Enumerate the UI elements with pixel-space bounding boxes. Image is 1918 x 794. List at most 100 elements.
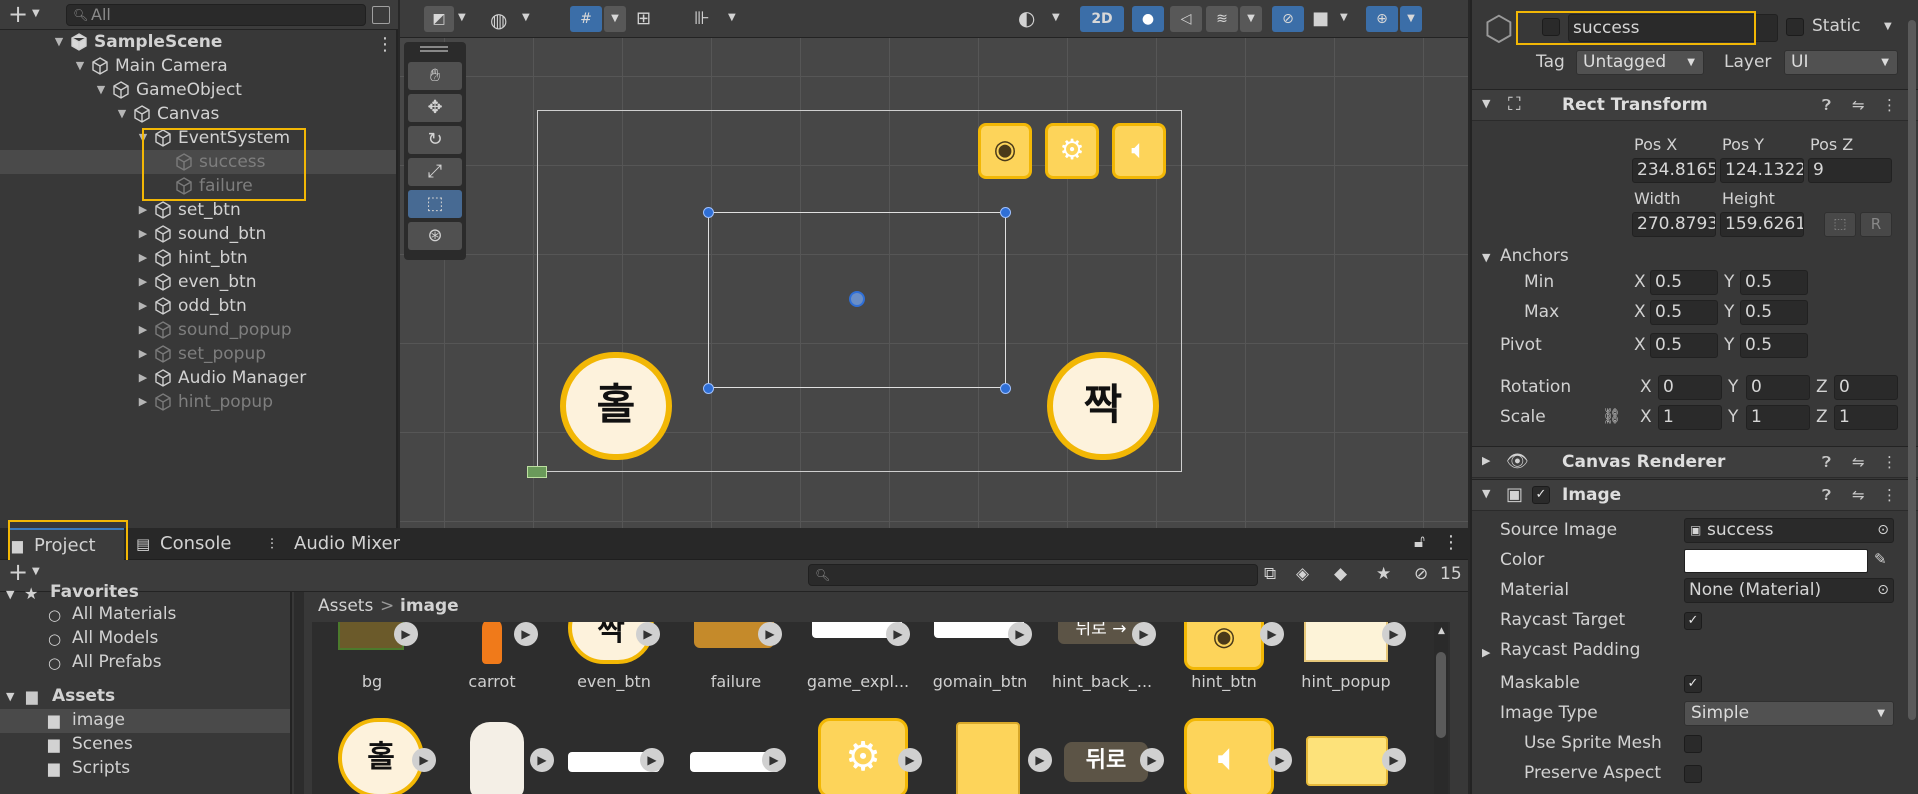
play-icon[interactable]: ▶: [1132, 622, 1156, 646]
asset-item[interactable]: ▶: [676, 718, 796, 794]
play-icon[interactable]: ▶: [762, 748, 786, 772]
preserve-aspect-checkbox[interactable]: [1684, 765, 1702, 783]
gizmos-icon[interactable]: ⊕: [1366, 6, 1398, 32]
image-header[interactable]: ▼ ▣ ✓ Image ❓︎ ⇋ ⋮: [1472, 479, 1918, 511]
object-picker-icon[interactable]: ⊙: [1877, 579, 1889, 602]
label-icon[interactable]: ◆: [1334, 564, 1347, 584]
grid-snap-icon[interactable]: #: [570, 6, 602, 32]
preset-icon[interactable]: ⇋: [1852, 486, 1865, 504]
raycast-target-checkbox[interactable]: ✓: [1684, 612, 1702, 630]
hierarchy-item[interactable]: ▶ hint_popup: [0, 390, 396, 414]
pos-z-field[interactable]: 9: [1808, 158, 1892, 183]
more-menu-icon[interactable]: ⋮: [376, 34, 394, 55]
resize-handle[interactable]: [703, 207, 714, 218]
layer-dropdown[interactable]: UI ▼: [1784, 50, 1898, 75]
play-icon[interactable]: ▶: [898, 748, 922, 772]
hierarchy-item[interactable]: ▼ Canvas: [0, 102, 396, 126]
asset-item[interactable]: 뒤로 → ▶ hint_back_...: [1042, 622, 1162, 712]
asset-item[interactable]: 🔈︎ ▶: [1164, 718, 1292, 794]
scroll-thumb[interactable]: [1436, 652, 1446, 738]
play-icon[interactable]: ▶: [1260, 622, 1284, 646]
collapsed-arrow-icon[interactable]: ▶: [136, 366, 150, 390]
hierarchy-item[interactable]: ▶ set_btn: [0, 198, 396, 222]
mode-2d-button[interactable]: 2D: [1080, 6, 1124, 32]
asset-item[interactable]: ⚙ ▶: [798, 718, 922, 794]
asset-item[interactable]: ▶ failure: [676, 622, 796, 712]
use-sprite-mesh-checkbox[interactable]: [1684, 735, 1702, 753]
pivot-handle[interactable]: [849, 291, 865, 307]
hidden-packages-icon[interactable]: ⊘: [1414, 564, 1428, 584]
play-icon[interactable]: ▶: [1382, 622, 1406, 646]
anchor-max-y-field[interactable]: 0.5: [1740, 300, 1808, 325]
collapsed-arrow-icon[interactable]: ▶: [136, 318, 150, 342]
image-type-dropdown[interactable]: Simple ▼: [1684, 701, 1894, 726]
image-enabled-checkbox[interactable]: ✓: [1532, 486, 1550, 504]
play-icon[interactable]: ▶: [514, 622, 538, 646]
scale-tool-icon[interactable]: ⤢: [408, 158, 462, 186]
chevron-down-icon[interactable]: ▼: [458, 12, 466, 23]
expanded-arrow-icon[interactable]: ▼: [73, 54, 87, 78]
expand-arrow-icon[interactable]: ▼: [6, 690, 14, 703]
filter-type-icon[interactable]: ◈: [1296, 564, 1309, 584]
pivot-y-field[interactable]: 0.5: [1740, 333, 1808, 358]
play-icon[interactable]: ▶: [1008, 622, 1032, 646]
eyedropper-icon[interactable]: ✎: [1874, 550, 1887, 568]
expand-arrow-icon[interactable]: ▼: [1482, 97, 1490, 110]
expanded-arrow-icon[interactable]: ▼: [115, 102, 129, 126]
play-icon[interactable]: ▶: [640, 748, 664, 772]
rotate-tool-icon[interactable]: ↻: [408, 126, 462, 154]
hint-btn-sprite[interactable]: ◉: [978, 123, 1032, 179]
render-mode-icon[interactable]: ◐: [1018, 6, 1035, 30]
scale-x-field[interactable]: 1: [1658, 405, 1722, 430]
move-tool-icon[interactable]: ✥: [408, 94, 462, 122]
help-icon[interactable]: ❓︎: [1822, 486, 1831, 504]
anchor-min-y-field[interactable]: 0.5: [1740, 270, 1808, 295]
object-picker-icon[interactable]: ⊙: [1877, 519, 1889, 542]
expand-icon[interactable]: [372, 6, 390, 24]
maskable-checkbox[interactable]: ✓: [1684, 675, 1702, 693]
collapsed-arrow-icon[interactable]: ▶: [136, 246, 150, 270]
preset-icon[interactable]: ⇋: [1852, 453, 1865, 471]
play-icon[interactable]: ▶: [636, 622, 660, 646]
expand-arrow-icon[interactable]: ▼: [1482, 487, 1490, 500]
asset-item[interactable]: 홀 ▶: [312, 718, 436, 794]
play-icon[interactable]: ▶: [886, 622, 910, 646]
effects-icon[interactable]: ≋: [1206, 6, 1238, 32]
rect-transform-header[interactable]: ▼ ⛶ Rect Transform ❓︎ ⇋ ⋮: [1472, 89, 1918, 121]
hierarchy-item[interactable]: ▶ even_btn: [0, 270, 396, 294]
constrain-proportions-icon[interactable]: ⛓: [1602, 407, 1621, 425]
rect-tool-icon[interactable]: ⬚: [408, 190, 462, 218]
asset-item[interactable]: ▶: [554, 718, 674, 794]
tree-scrollbar[interactable]: [294, 592, 304, 794]
chevron-down-icon[interactable]: ▼: [32, 8, 40, 19]
expanded-arrow-icon[interactable]: ▼: [94, 78, 108, 102]
camera-icon[interactable]: ■: [1312, 8, 1329, 29]
scene-view[interactable]: ◩ ▼ ◍ ▼ # ▼ ⊞ ⊪ ▼ ◐ ▼ 2D ● ◁ ≋ ▼ ⊘ ■ ▼ ⊕…: [400, 0, 1468, 528]
expand-arrow-icon[interactable]: ▶: [1482, 646, 1490, 659]
resize-handle[interactable]: [703, 383, 714, 394]
chevron-down-icon[interactable]: ▼: [728, 12, 736, 23]
folder-scripts[interactable]: Scripts: [72, 758, 130, 778]
width-field[interactable]: 270.8793: [1632, 212, 1716, 237]
even-button[interactable]: 짝: [1047, 352, 1159, 460]
expand-arrow-icon[interactable]: ▶: [1482, 454, 1490, 467]
asset-item[interactable]: ▶: [1286, 718, 1406, 794]
snap-increment-icon[interactable]: ⊞: [636, 8, 651, 29]
resize-handle[interactable]: [1000, 207, 1011, 218]
play-icon[interactable]: ▶: [530, 748, 554, 772]
pos-y-field[interactable]: 124.1322: [1720, 158, 1804, 183]
star-icon[interactable]: ★: [1376, 564, 1391, 584]
folder-scenes[interactable]: Scenes: [72, 734, 133, 754]
folder-image[interactable]: image: [72, 710, 125, 730]
rotation-z-field[interactable]: 0: [1834, 375, 1898, 400]
pos-x-field[interactable]: 234.8165: [1632, 158, 1716, 183]
pivot-x-field[interactable]: 0.5: [1650, 333, 1718, 358]
collapsed-arrow-icon[interactable]: ▶: [136, 294, 150, 318]
hierarchy-item[interactable]: ▶ sound_popup: [0, 318, 396, 342]
inspector-scrollbar[interactable]: [1908, 20, 1916, 720]
more-menu-icon[interactable]: ⋮: [1442, 532, 1460, 553]
chevron-down-icon[interactable]: ▼: [1884, 21, 1892, 32]
assets-folder-label[interactable]: Assets: [52, 686, 115, 706]
hierarchy-item[interactable]: ▶ Audio Manager: [0, 366, 396, 390]
help-icon[interactable]: ❓︎: [1822, 96, 1831, 114]
